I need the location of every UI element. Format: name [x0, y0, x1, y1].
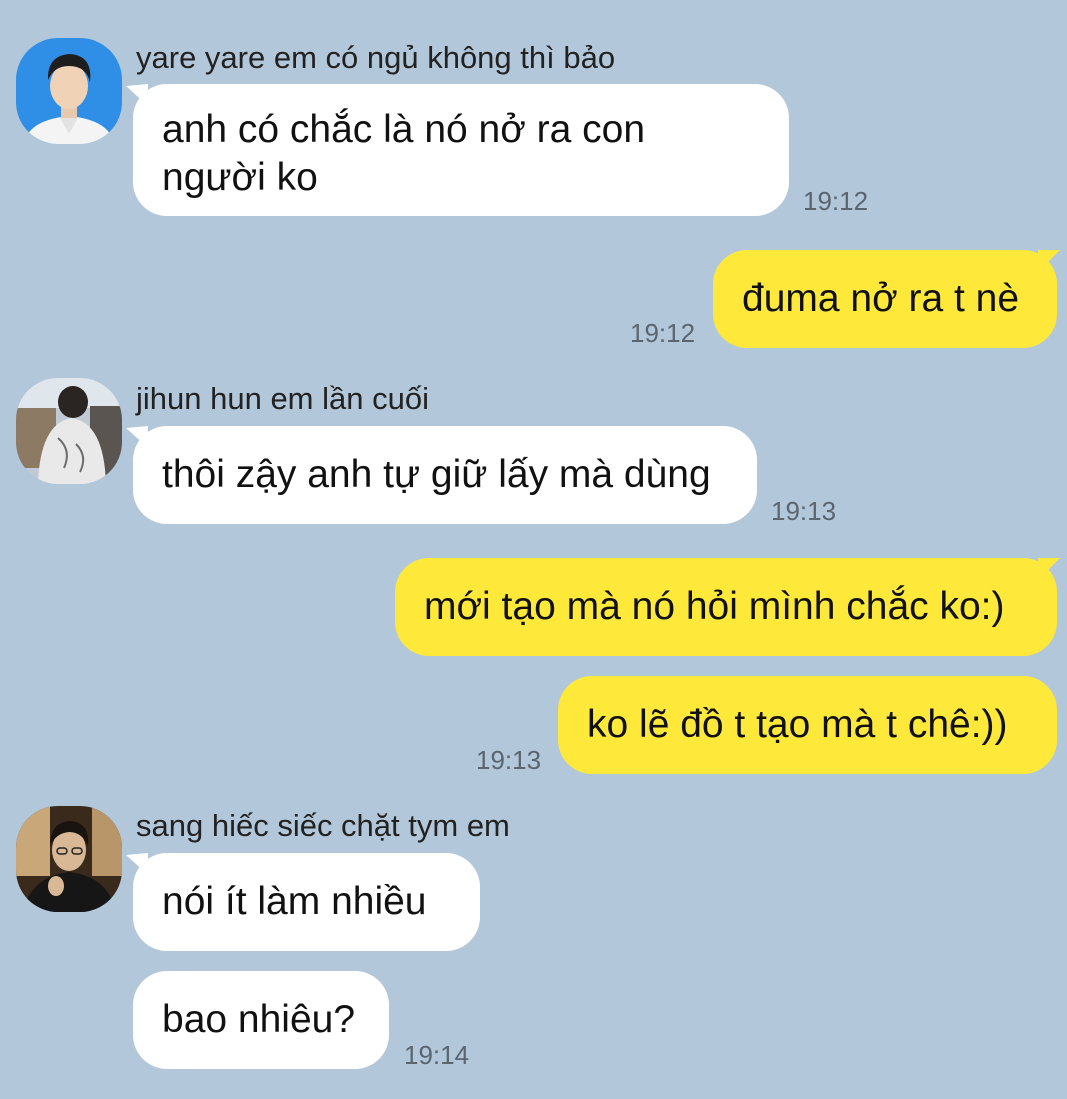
- avatar-yare[interactable]: [16, 38, 122, 144]
- message-time: 19:13: [771, 496, 837, 526]
- message-text: thôi zậy anh tự giữ lấy mà dùng: [162, 453, 711, 496]
- message-bubble[interactable]: bao nhiêu?: [133, 971, 389, 1069]
- message-bubble[interactable]: ko lẽ đồ t tạo mà t chê:)): [558, 676, 1057, 774]
- avatar-jihun[interactable]: [16, 378, 122, 484]
- message-text: bao nhiêu?: [162, 998, 356, 1041]
- message-time: 19:12: [803, 186, 869, 216]
- message-time: 19:12: [630, 318, 696, 348]
- message-bubble[interactable]: anh có chắc là nó nở ra con người ko: [133, 84, 789, 216]
- message-text: mới tạo mà nó hỏi mình chắc ko:): [424, 585, 1005, 628]
- message-time: 19:13: [476, 745, 542, 775]
- avatar-sang[interactable]: [16, 806, 122, 912]
- message-text: nói ít làm nhiều: [162, 880, 427, 923]
- sender-name: sang hiếc siếc chặt tym em: [136, 808, 510, 843]
- sender-name: yare yare em có ngủ không thì bảo: [136, 40, 616, 75]
- message-bubble[interactable]: thôi zậy anh tự giữ lấy mà dùng: [133, 426, 757, 524]
- message-bubble[interactable]: đuma nở ra t nè: [713, 250, 1057, 348]
- sender-name: jihun hun em lần cuối: [136, 381, 429, 416]
- message-bubble[interactable]: nói ít làm nhiều: [133, 853, 480, 951]
- message-text: anh có chắc là nó nở ra con người ko: [162, 108, 646, 199]
- message-time: 19:14: [404, 1040, 470, 1070]
- message-text: đuma nở ra t nè: [742, 277, 1020, 320]
- message-bubble[interactable]: mới tạo mà nó hỏi mình chắc ko:): [395, 558, 1057, 656]
- message-text: ko lẽ đồ t tạo mà t chê:)): [587, 703, 1008, 746]
